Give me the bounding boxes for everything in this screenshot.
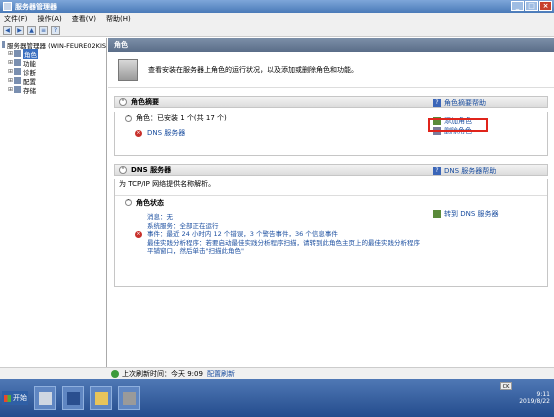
tree-item-diagnostics[interactable]: ⊞ 诊断	[2, 67, 106, 77]
powershell-icon	[66, 391, 80, 405]
server-icon	[118, 58, 138, 81]
system-tray-clock[interactable]: 9:11 2019/8/22	[494, 379, 554, 417]
role-summary-header[interactable]: ⌃ 角色摘要 ? 角色摘要帮助	[114, 96, 548, 108]
storage-icon	[14, 86, 21, 93]
up-folder-icon[interactable]: ▲	[27, 25, 36, 35]
menu-action[interactable]: 操作(A)	[38, 14, 62, 24]
tree-item-features[interactable]: ⊞ 功能	[2, 58, 106, 68]
features-icon	[14, 59, 21, 66]
collapse-icon[interactable]: ⌃	[119, 166, 127, 174]
server-manager-icon	[38, 391, 52, 405]
dns-help-link[interactable]: ? DNS 服务器帮助	[433, 166, 496, 176]
bpa-line-2[interactable]: 平铺窗口，然后单击"扫描此角色"	[147, 247, 547, 256]
content-pane: 角色 查看安装在服务器上角色的运行状况，以及添加或删除角色和功能。 ⌃ 角色摘要…	[108, 38, 554, 367]
events-line[interactable]: 事件：最近 24 小时内 12 个错误，3 个警告事件，36 个信息事件	[147, 230, 547, 239]
bpa-line-1[interactable]: 最佳实践分析程序：若要启动最佳实践分析程序扫描，请转到此角色主页上的最佳实践分析…	[147, 239, 547, 248]
taskbar-server-manager[interactable]	[34, 386, 56, 410]
status-bar: 上次刷新时间：今天 9:09 配置刷新	[108, 367, 554, 379]
events-block: × 事件：最近 24 小时内 12 个错误，3 个警告事件，36 个信息事件 最…	[115, 230, 547, 256]
menu-bar: 文件(F) 操作(A) 查看(V) 帮助(H)	[0, 13, 554, 24]
goto-dns-link[interactable]: 转到 DNS 服务器	[433, 209, 499, 219]
title-bar: 服务器管理器 _ □ ×	[0, 0, 554, 13]
tree-item-storage[interactable]: ⊞ 存储	[2, 85, 106, 95]
menu-file[interactable]: 文件(F)	[4, 14, 28, 24]
clock-date: 2019/8/22	[519, 398, 550, 405]
folder-icon	[94, 391, 108, 405]
highlight-box	[428, 118, 488, 132]
intro-section: 查看安装在服务器上角色的运行状况，以及添加或删除角色和功能。	[108, 52, 554, 88]
dns-server-body: 为 TCP/IP 网络提供名称解析。 ⌃ 角色状态 转到 DNS 服务器 消息：…	[114, 179, 548, 287]
back-icon[interactable]: ◀	[3, 25, 12, 35]
tools-icon	[122, 391, 136, 405]
server-manager-icon	[3, 2, 12, 11]
help-icon: ?	[433, 99, 441, 107]
taskbar-tools[interactable]	[118, 386, 140, 410]
status-bar-left	[0, 367, 108, 379]
configure-refresh-link[interactable]: 配置刷新	[207, 369, 235, 379]
intro-text: 查看安装在服务器上角色的运行状况，以及添加或删除角色和功能。	[148, 65, 358, 74]
menu-help[interactable]: 帮助(H)	[106, 14, 131, 24]
close-button[interactable]: ×	[539, 1, 552, 11]
collapse-icon[interactable]: ⌃	[125, 114, 132, 122]
windows-logo-icon	[4, 394, 11, 402]
dns-server-header[interactable]: ⌃ DNS 服务器 ? DNS 服务器帮助	[114, 164, 548, 176]
taskbar-explorer[interactable]	[90, 386, 112, 410]
minimize-button[interactable]: _	[511, 1, 524, 11]
diagnostics-icon	[14, 68, 21, 75]
error-icon: ×	[135, 231, 142, 238]
role-summary-help-link[interactable]: ? 角色摘要帮助	[433, 98, 486, 108]
toolbar: ◀ ▶ ▲ ≡ ?	[0, 24, 554, 37]
maximize-button[interactable]: □	[525, 1, 538, 11]
server-icon	[2, 41, 6, 48]
role-summary-body: ⌃ 角色：已安装 1 个(共 17 个) × DNS 服务器 添加角色 删除角色	[114, 112, 548, 156]
help-icon: ?	[433, 167, 441, 175]
refresh-icon	[111, 369, 119, 378]
tree-item-roles[interactable]: ⊞ 角色	[2, 48, 106, 59]
tree-root[interactable]: 服务器管理器 (WIN-FEURE02KIS	[2, 40, 106, 50]
menu-view[interactable]: 查看(V)	[72, 14, 96, 24]
tree-item-configuration[interactable]: ⊞ 配置	[2, 76, 106, 86]
configuration-icon	[14, 77, 21, 84]
pane-header: 角色	[108, 38, 554, 52]
window-title: 服务器管理器	[15, 2, 57, 11]
dns-description: 为 TCP/IP 网络提供名称解析。	[119, 180, 216, 188]
collapse-icon[interactable]: ⌃	[125, 199, 132, 206]
last-refresh-text: 上次刷新时间：今天 9:09	[122, 369, 203, 378]
start-button[interactable]: 开始	[2, 391, 28, 405]
help-icon[interactable]: ?	[51, 25, 60, 35]
taskbar: 开始 CK 9:11 2019/8/22	[0, 379, 554, 417]
roles-icon	[14, 50, 21, 57]
collapse-icon[interactable]: ⌃	[119, 98, 127, 106]
navigation-tree: 服务器管理器 (WIN-FEURE02KIS ⊞ 角色 ⊞ 功能 ⊞ 诊断 ⊞ …	[0, 38, 107, 367]
show-tree-icon[interactable]: ≡	[39, 25, 48, 35]
taskbar-powershell[interactable]	[62, 386, 84, 410]
role-status-header[interactable]: ⌃ 角色状态	[115, 195, 547, 207]
forward-icon[interactable]: ▶	[15, 25, 24, 35]
clock-time: 9:11	[536, 391, 550, 398]
goto-icon	[433, 210, 441, 218]
error-icon: ×	[135, 129, 142, 137]
system-services-line: 系统服务：全部正在运行	[147, 221, 219, 230]
